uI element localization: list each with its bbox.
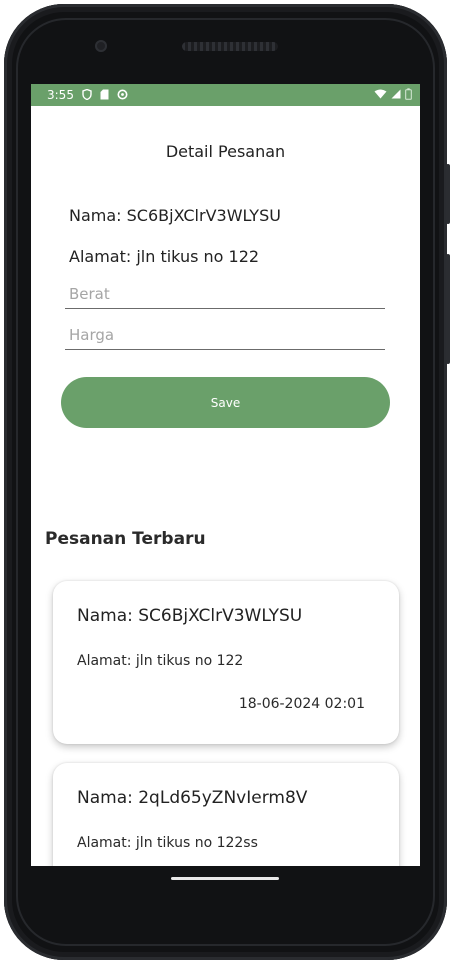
berat-field bbox=[65, 283, 389, 309]
order-card[interactable]: Nama: 2qLd65yZNvIerm8V Alamat: jln tikus… bbox=[53, 763, 399, 866]
harga-input[interactable] bbox=[65, 324, 389, 346]
volume-button bbox=[446, 254, 450, 364]
earpiece-speaker bbox=[182, 42, 278, 51]
order-address: Alamat: jln tikus no 122 bbox=[77, 653, 244, 669]
save-button[interactable]: Save bbox=[61, 377, 390, 428]
front-camera bbox=[95, 40, 107, 52]
signal-icon bbox=[391, 89, 401, 101]
sd-card-icon bbox=[100, 89, 109, 102]
page-title: Detail Pesanan bbox=[165, 142, 286, 161]
alamat-label: Alamat: jln tikus no 122 bbox=[69, 247, 260, 266]
status-time: 3:55 bbox=[47, 88, 74, 102]
order-address: Alamat: jln tikus no 122ss bbox=[77, 835, 258, 851]
battery-icon bbox=[405, 88, 412, 102]
order-name: Nama: 2qLd65yZNvIerm8V bbox=[77, 788, 308, 808]
app-screen: 3:55 Detail Pesanan Nama: SC6BjXClrV3WLY… bbox=[31, 84, 420, 866]
berat-input[interactable] bbox=[65, 283, 389, 305]
order-name: Nama: SC6BjXClrV3WLYSU bbox=[77, 606, 303, 626]
sync-icon bbox=[117, 89, 128, 102]
nama-label: Nama: SC6BjXClrV3WLYSU bbox=[69, 206, 281, 225]
status-bar: 3:55 bbox=[31, 84, 420, 106]
order-date: 18-06-2024 02:01 bbox=[238, 696, 365, 712]
wifi-icon bbox=[374, 89, 387, 101]
shield-icon bbox=[82, 88, 92, 102]
harga-field bbox=[65, 324, 389, 350]
power-button bbox=[446, 164, 450, 224]
home-indicator[interactable] bbox=[171, 877, 279, 880]
order-card[interactable]: Nama: SC6BjXClrV3WLYSU Alamat: jln tikus… bbox=[53, 581, 399, 744]
recent-orders-heading: Pesanan Terbaru bbox=[45, 529, 206, 549]
